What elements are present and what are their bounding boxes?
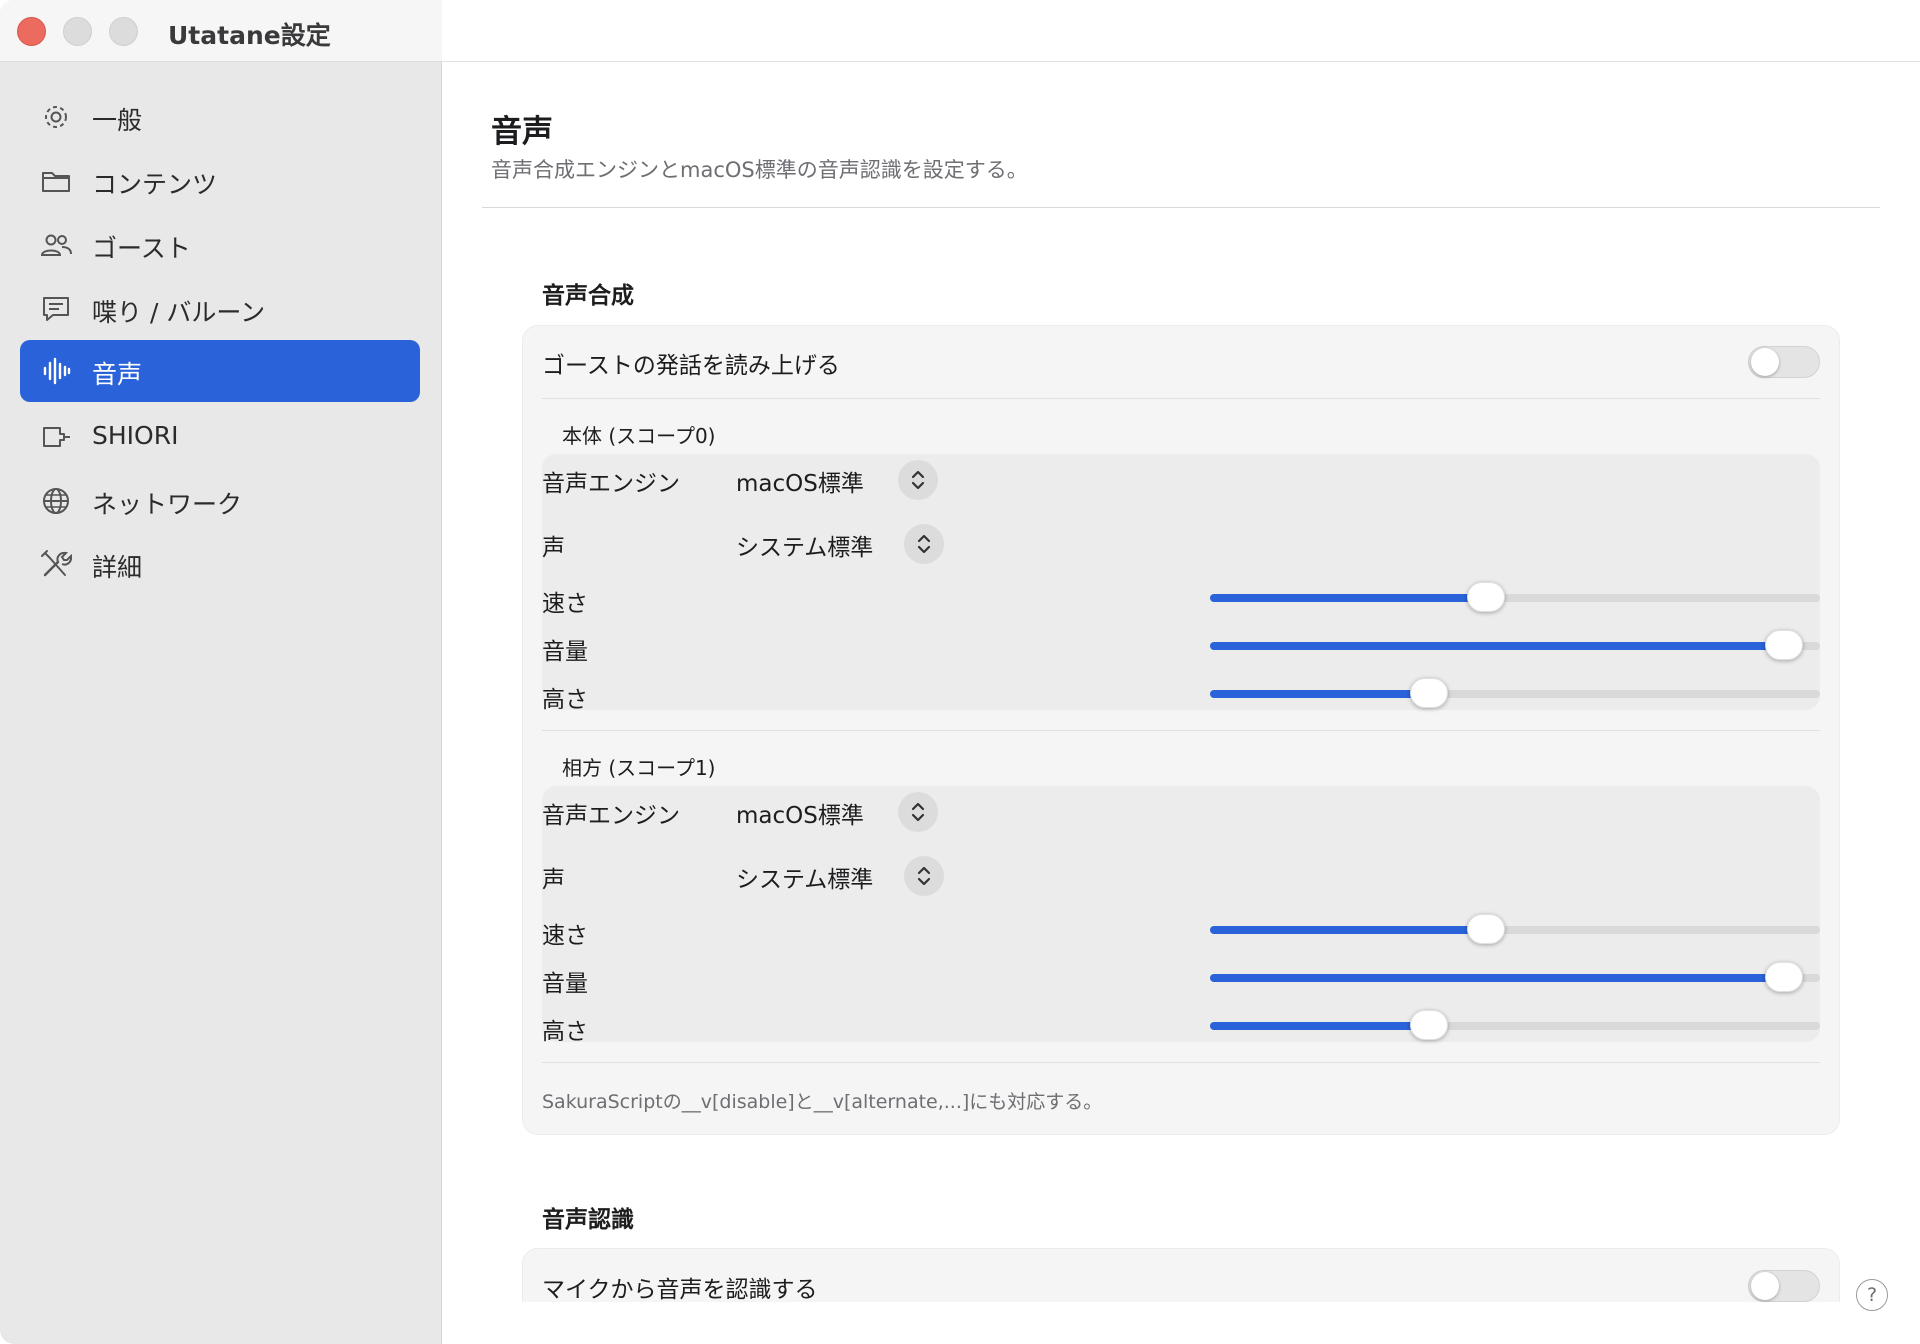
speech-bubble-icon <box>40 294 72 324</box>
minimize-window-button[interactable] <box>63 17 92 46</box>
scope-1-label: 相方 (スコープ1) <box>562 756 716 780</box>
scope-1-volume-slider[interactable] <box>1210 962 1820 992</box>
sidebar-item-advanced[interactable]: 詳細 <box>20 533 420 595</box>
divider <box>482 207 1880 208</box>
scope-1-engine-label: 音声エンジン <box>542 803 680 829</box>
sidebar-item-label: ネットワーク <box>92 490 243 519</box>
read-aloud-label: ゴーストの発話を読み上げる <box>542 353 840 379</box>
slider-fill <box>1210 926 1487 934</box>
scope-0-label: 本体 (スコープ0) <box>562 424 716 448</box>
sidebar-item-shiori[interactable]: SHIORI <box>20 406 420 468</box>
main-content: 音声 音声合成エンジンとmacOS標準の音声認識を設定する。 音声合成 ゴースト… <box>442 62 1920 1302</box>
chevron-up-down-icon <box>911 802 925 822</box>
scope-1-pitch-slider[interactable] <box>1210 1010 1820 1040</box>
chevron-up-down-icon <box>911 470 925 490</box>
scope-1-voice-popup-button[interactable] <box>904 856 944 896</box>
scope-0-pitch-label: 高さ <box>542 687 588 713</box>
footnote: SakuraScriptの__v[disable]と__v[alternate,… <box>542 1091 1103 1113</box>
scope-0-speed-slider[interactable] <box>1210 582 1820 612</box>
folder-icon <box>40 166 72 196</box>
scope-0-volume-label: 音量 <box>542 639 588 665</box>
sidebar-item-label: SHIORI <box>92 421 179 450</box>
scope-1-speed-slider[interactable] <box>1210 914 1820 944</box>
scope-0-engine-popup-button[interactable] <box>898 460 938 500</box>
plugin-icon <box>40 422 72 452</box>
sidebar-item-voice[interactable]: 音声 <box>20 340 420 402</box>
scope-1-voice-label: 声 <box>542 867 565 893</box>
sidebar: Utatane設定 一般 コンテンツ ゴースト 喋り / バルーン 音声 SHI… <box>0 0 442 1344</box>
toggle-knob <box>1751 348 1779 376</box>
close-window-button[interactable] <box>17 17 46 46</box>
chevron-up-down-icon <box>917 534 931 554</box>
scope-0-volume-slider[interactable] <box>1210 630 1820 660</box>
scope-1-engine-value[interactable]: macOS標準 <box>736 796 864 830</box>
slider-thumb[interactable] <box>1467 582 1506 612</box>
toggle-knob <box>1751 1272 1779 1300</box>
scope-0-voice-value[interactable]: システム標準 <box>736 528 873 562</box>
content-title-bar <box>442 0 1920 62</box>
scope-1-box <box>542 786 1820 1042</box>
page-title: 音声 <box>491 114 553 150</box>
help-icon: ? <box>1866 1284 1878 1306</box>
scope-1-volume-label: 音量 <box>542 971 588 997</box>
scope-0-engine-value[interactable]: macOS標準 <box>736 464 864 498</box>
scope-1-voice-value[interactable]: システム標準 <box>736 860 873 894</box>
slider-thumb[interactable] <box>1467 914 1506 944</box>
sidebar-item-label: ゴースト <box>92 234 191 263</box>
scope-0-pitch-slider[interactable] <box>1210 678 1820 708</box>
section-title-synthesis: 音声合成 <box>542 283 634 309</box>
globe-icon <box>40 486 72 516</box>
scope-1-pitch-label: 高さ <box>542 1019 588 1045</box>
divider <box>542 1062 1820 1063</box>
help-button[interactable]: ? <box>1856 1279 1888 1311</box>
mic-recognition-label: マイクから音声を認識する <box>542 1277 818 1302</box>
sidebar-item-label: コンテンツ <box>92 170 218 199</box>
tools-icon <box>40 549 72 579</box>
slider-thumb[interactable] <box>1764 962 1803 992</box>
title-bar: Utatane設定 <box>0 0 442 62</box>
slider-thumb[interactable] <box>1764 630 1803 660</box>
sidebar-item-label: 音声 <box>92 360 143 389</box>
sidebar-item-network[interactable]: ネットワーク <box>20 470 420 532</box>
read-aloud-toggle[interactable] <box>1748 346 1820 378</box>
slider-fill <box>1210 1022 1430 1030</box>
slider-fill <box>1210 642 1784 650</box>
waveform-icon <box>40 356 72 386</box>
sidebar-item-contents[interactable]: コンテンツ <box>20 150 420 212</box>
scope-0-speed-label: 速さ <box>542 591 588 617</box>
sidebar-item-label: 喋り / バルーン <box>92 298 266 327</box>
people-icon <box>40 230 72 260</box>
window-title: Utatane設定 <box>168 21 331 50</box>
settings-window: Utatane設定 一般 コンテンツ ゴースト 喋り / バルーン 音声 SHI… <box>0 0 1920 1344</box>
slider-thumb[interactable] <box>1410 1010 1449 1040</box>
slider-fill <box>1210 594 1487 602</box>
divider <box>542 730 1820 731</box>
section-title-recognition: 音声認識 <box>542 1207 634 1233</box>
sidebar-item-ghost[interactable]: ゴースト <box>20 214 420 276</box>
slider-fill <box>1210 690 1430 698</box>
divider <box>542 398 1820 399</box>
page-subtitle: 音声合成エンジンとmacOS標準の音声認識を設定する。 <box>491 158 1028 182</box>
scope-1-engine-popup-button[interactable] <box>898 792 938 832</box>
slider-thumb[interactable] <box>1410 678 1449 708</box>
sidebar-item-label: 詳細 <box>92 553 143 582</box>
scope-0-voice-popup-button[interactable] <box>904 524 944 564</box>
scope-1-speed-label: 速さ <box>542 923 588 949</box>
slider-fill <box>1210 974 1784 982</box>
sidebar-item-general[interactable]: 一般 <box>20 86 420 148</box>
mic-recognition-toggle[interactable] <box>1748 1270 1820 1302</box>
scope-0-box <box>542 454 1820 710</box>
scope-0-engine-label: 音声エンジン <box>542 471 680 497</box>
scope-0-voice-label: 声 <box>542 535 565 561</box>
chevron-up-down-icon <box>917 866 931 886</box>
zoom-window-button[interactable] <box>109 17 138 46</box>
gear-icon <box>40 102 72 132</box>
sidebar-item-label: 一般 <box>92 106 143 135</box>
sidebar-item-talk-balloon[interactable]: 喋り / バルーン <box>20 278 420 340</box>
